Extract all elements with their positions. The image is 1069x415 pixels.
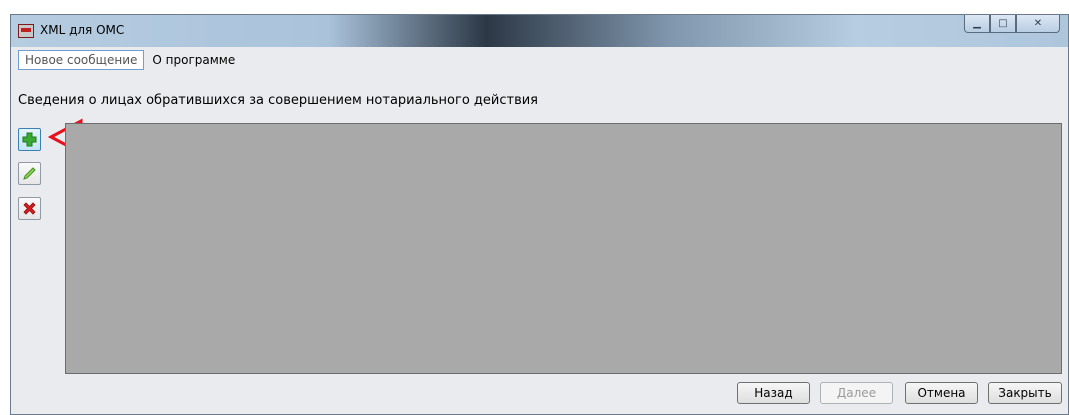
cancel-button[interactable]: Отмена (905, 382, 978, 404)
menu-bar: Новое сообщение О программе (11, 48, 1068, 72)
next-button: Далее (820, 382, 893, 404)
add-button[interactable] (18, 128, 41, 151)
window-title: XML для ОМС (40, 23, 125, 37)
pencil-icon (23, 167, 36, 180)
close-window-button[interactable]: ✕ (1016, 15, 1060, 33)
back-button[interactable]: Назад (737, 382, 810, 404)
close-icon: ✕ (1033, 18, 1043, 29)
maximize-button[interactable]: □ (990, 15, 1016, 33)
menu-new-message[interactable]: Новое сообщение (18, 50, 145, 70)
x-icon (23, 202, 36, 215)
close-button[interactable]: Закрыть (988, 382, 1062, 404)
edit-button[interactable] (18, 162, 41, 185)
title-bar[interactable]: XML для ОМС ▁ □ ✕ (11, 15, 1068, 47)
section-title: Сведения о лицах обратившихся за соверше… (18, 93, 539, 108)
app-window: XML для ОМС ▁ □ ✕ Новое сообщение О прог… (10, 14, 1069, 415)
persons-grid[interactable] (65, 123, 1062, 374)
minimize-icon: ▁ (973, 18, 981, 29)
menu-about[interactable]: О программе (146, 51, 241, 69)
delete-button[interactable] (18, 197, 41, 220)
app-logo-icon (18, 24, 34, 38)
window-controls: ▁ □ ✕ (964, 15, 1060, 33)
maximize-icon: □ (998, 18, 1008, 29)
minimize-button[interactable]: ▁ (964, 15, 990, 33)
plus-icon (22, 132, 37, 147)
